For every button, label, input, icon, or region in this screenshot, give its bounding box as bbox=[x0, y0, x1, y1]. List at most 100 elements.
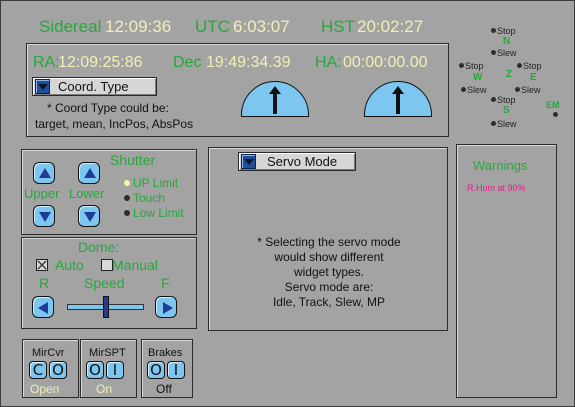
north-stop-button[interactable]: Stop bbox=[491, 26, 516, 36]
status-dot-icon bbox=[515, 87, 520, 92]
arrow-left-icon bbox=[38, 302, 48, 314]
dec-label: Dec bbox=[173, 54, 202, 71]
brakes-title: Brakes bbox=[148, 347, 183, 359]
servo-mode-label: Servo Mode bbox=[267, 154, 338, 169]
south-slew-button[interactable]: Slew bbox=[491, 119, 517, 129]
warnings-title: Warnings bbox=[473, 158, 528, 173]
ha-value: 00:00:00.00 bbox=[343, 54, 428, 71]
lower-label: Lower bbox=[69, 186, 105, 201]
coord-type-label: Coord. Type bbox=[58, 79, 129, 94]
auto-checkbox[interactable] bbox=[36, 259, 48, 271]
south-label: S bbox=[503, 105, 510, 116]
west-label: W bbox=[473, 72, 483, 83]
compass-slew-control: Stop N Slew Stop Stop W Z E Slew Slew St… bbox=[456, 23, 571, 135]
mircvr-close-button[interactable]: C bbox=[29, 361, 47, 379]
shutter-upper-down-button[interactable] bbox=[33, 205, 55, 227]
upper-label: Upper bbox=[24, 186, 60, 201]
arrow-right-icon bbox=[163, 302, 173, 314]
dome-panel: Dome: Auto Manual R Speed F bbox=[21, 237, 197, 329]
coord-note-line2: target, mean, IncPos, AbsPos bbox=[35, 117, 194, 131]
utc-label: UTC bbox=[195, 17, 230, 36]
reverse-label: R bbox=[39, 275, 50, 291]
utc-value: 6:03:07 bbox=[233, 17, 290, 36]
ra-value: 12:09:25:86 bbox=[58, 54, 143, 71]
east-slew-label: Slew bbox=[521, 85, 541, 95]
shutter-upper-up-button[interactable] bbox=[33, 162, 55, 184]
dropdown-arrow-icon bbox=[241, 154, 256, 169]
dome-forward-button[interactable] bbox=[155, 296, 177, 318]
dropdown-arrow-icon bbox=[35, 79, 50, 94]
up-limit-label: UP Limit bbox=[133, 176, 179, 190]
servo-note-line4: Servo mode are: bbox=[284, 280, 374, 294]
north-slew-label: Slew bbox=[497, 48, 517, 58]
east-slew-button[interactable]: Slew bbox=[515, 85, 541, 95]
hst-value: 20:02:27 bbox=[357, 17, 424, 36]
forward-label: F bbox=[161, 275, 170, 291]
status-dot-icon bbox=[491, 50, 496, 55]
east-stop-label: Stop bbox=[523, 61, 542, 71]
south-stop-button[interactable]: Stop bbox=[491, 95, 516, 105]
servo-note-line5: Idle, Track, Slew, MP bbox=[272, 295, 386, 309]
up-arrow-icon bbox=[269, 86, 281, 114]
brakes-on-button[interactable]: I bbox=[167, 361, 185, 379]
warnings-panel: Warnings R.Hum at 90% bbox=[456, 144, 557, 398]
mirspt-status: On bbox=[96, 382, 113, 396]
brakes-panel: Brakes O I Off bbox=[141, 339, 193, 398]
west-stop-button[interactable]: Stop bbox=[459, 61, 484, 71]
touch-indicator-icon bbox=[124, 195, 130, 201]
low-limit-label: Low Limit bbox=[133, 206, 184, 220]
mircvr-panel: MirCvr C O Open bbox=[22, 339, 79, 398]
east-stop-button[interactable]: Stop bbox=[517, 61, 542, 71]
shutter-lower-up-button[interactable] bbox=[78, 162, 100, 184]
east-label: E bbox=[530, 72, 537, 83]
coord-type-select[interactable]: Coord. Type bbox=[32, 77, 157, 96]
up-limit-indicator-icon bbox=[124, 180, 130, 186]
servo-mode-select[interactable]: Servo Mode bbox=[238, 152, 356, 171]
arrow-up-icon bbox=[39, 168, 51, 178]
west-slew-button[interactable]: Slew bbox=[461, 85, 487, 95]
manual-label: Manual bbox=[112, 257, 158, 273]
speed-slider-thumb[interactable] bbox=[102, 296, 109, 318]
touch-label: Touch bbox=[133, 191, 166, 205]
status-dot-icon bbox=[461, 87, 466, 92]
coordinates-panel: RA: 12:09:25:86 Dec 19:49:34.39 HA: 00:0… bbox=[26, 43, 449, 137]
mirspt-off-button[interactable]: O bbox=[86, 361, 104, 379]
warning-message: R.Hum at 90% bbox=[467, 183, 526, 193]
shutter-panel: Shutter Upper Lower UP Limit Touch Low L… bbox=[21, 149, 197, 235]
status-dot-icon bbox=[459, 63, 464, 68]
status-dot-icon bbox=[491, 28, 496, 33]
dome-position-indicator bbox=[364, 81, 432, 117]
servo-note: * Selecting the servo mode would show di… bbox=[209, 235, 449, 310]
mircvr-title: MirCvr bbox=[32, 347, 65, 359]
sidereal-value: 12:09:36 bbox=[105, 17, 172, 36]
mirspt-title: MirSPT bbox=[89, 347, 126, 359]
status-dot-icon bbox=[491, 121, 496, 126]
shutter-lower-down-button[interactable] bbox=[78, 205, 100, 227]
dome-title: Dome: bbox=[78, 239, 120, 255]
status-dot-icon bbox=[517, 63, 522, 68]
mirspt-on-button[interactable]: I bbox=[106, 361, 124, 379]
coord-note-line1: * Coord Type could be: bbox=[47, 101, 169, 115]
status-dot-icon bbox=[491, 97, 496, 102]
shutter-title: Shutter bbox=[110, 152, 156, 168]
telescope-position-indicator bbox=[241, 81, 309, 117]
arrow-down-icon bbox=[39, 212, 51, 222]
dec-value: 19:49:34.39 bbox=[206, 54, 291, 71]
arrow-down-icon bbox=[84, 212, 96, 222]
servo-note-line3: widget types. bbox=[293, 265, 365, 279]
zenith-label: Z bbox=[506, 69, 513, 80]
servo-note-line2: would show different bbox=[274, 250, 384, 264]
brakes-off-button[interactable]: O bbox=[147, 361, 165, 379]
speed-label: Speed bbox=[84, 275, 125, 291]
mirspt-panel: MirSPT O I On bbox=[80, 339, 137, 398]
north-label: N bbox=[503, 36, 511, 47]
north-slew-button[interactable]: Slew bbox=[491, 48, 517, 58]
dome-reverse-button[interactable] bbox=[32, 296, 54, 318]
mircvr-open-button[interactable]: O bbox=[49, 361, 67, 379]
emergency-status-dot-icon bbox=[553, 112, 558, 117]
telescope-control-window: Sidereal 12:09:36 UTC 6:03:07 HST 20:02:… bbox=[0, 0, 575, 407]
sidereal-label: Sidereal bbox=[39, 17, 102, 36]
ha-label: HA: bbox=[315, 54, 342, 71]
south-slew-label: Slew bbox=[497, 119, 517, 129]
ra-label: RA: bbox=[33, 54, 60, 71]
